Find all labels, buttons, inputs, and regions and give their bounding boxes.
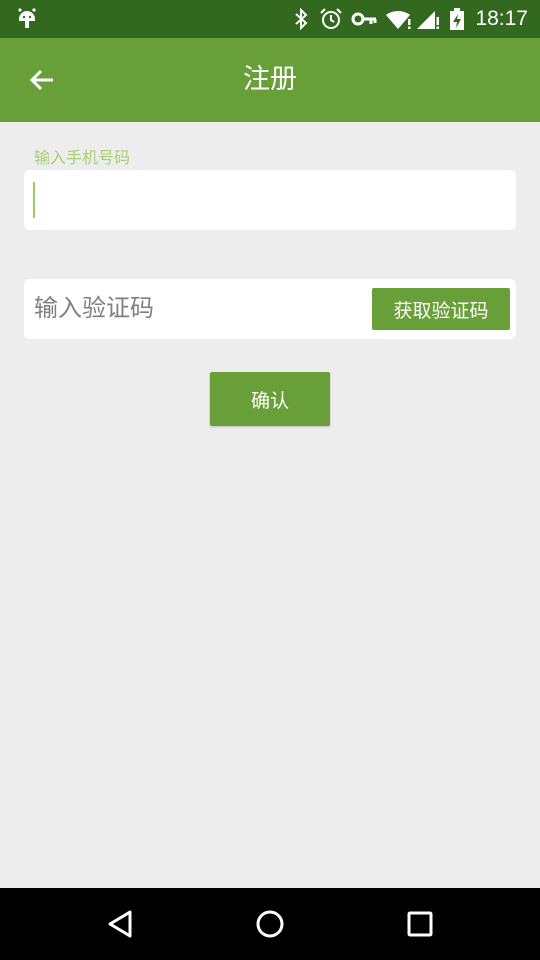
vpn-key-icon	[351, 12, 377, 26]
confirm-button[interactable]: 确认	[210, 372, 330, 426]
home-circle-icon	[256, 910, 284, 938]
recents-square-icon	[407, 911, 433, 937]
get-code-button[interactable]: 获取验证码	[372, 288, 510, 330]
phone-field-label: 输入手机号码	[34, 148, 131, 167]
alarm-icon	[320, 8, 342, 29]
verification-code-input[interactable]	[34, 289, 354, 329]
code-field-container[interactable]: 获取验证码	[24, 279, 516, 339]
signal-icon	[417, 11, 439, 29]
nav-back-button[interactable]	[98, 902, 142, 946]
android-debug-icon	[18, 8, 36, 28]
bluetooth-icon	[295, 8, 308, 30]
clock-time: 18:17	[475, 7, 528, 30]
nav-recents-button[interactable]	[398, 902, 442, 946]
wifi-icon	[386, 10, 411, 29]
phone-field-container[interactable]	[24, 170, 516, 230]
text-cursor	[33, 182, 35, 218]
status-bar: 18:17	[0, 0, 540, 38]
battery-charging-icon	[450, 8, 464, 30]
navigation-bar	[0, 888, 540, 960]
app-bar: 注册	[0, 38, 540, 122]
phone-input[interactable]	[34, 180, 504, 220]
back-triangle-icon	[108, 910, 132, 938]
nav-home-button[interactable]	[248, 902, 292, 946]
page-title: 注册	[243, 64, 297, 95]
